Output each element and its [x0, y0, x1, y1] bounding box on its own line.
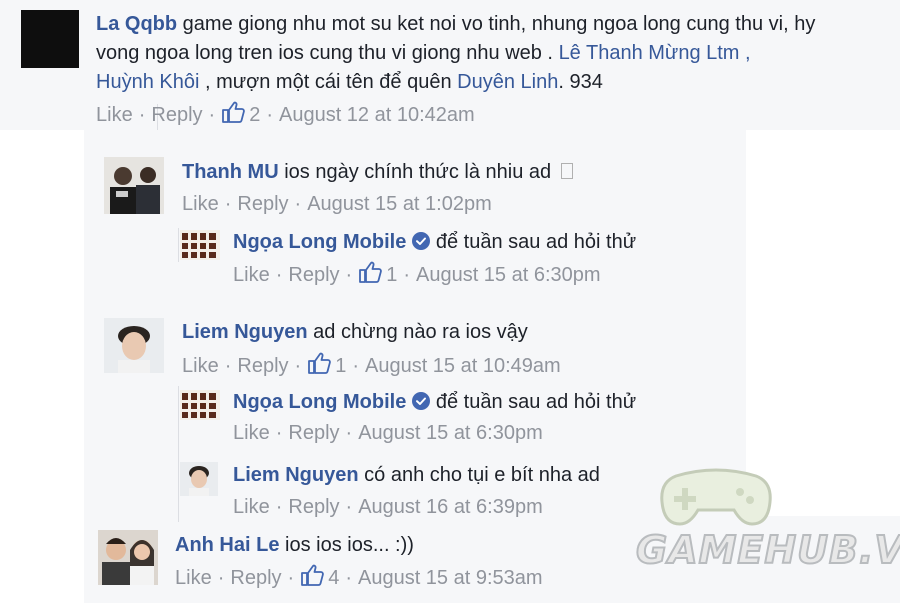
like-count[interactable]: 1 [382, 264, 397, 286]
separator: · [224, 355, 232, 377]
comment-body: có anh cho tụi e bít nha ad [364, 464, 600, 486]
timestamp-link[interactable]: August 15 at 6:30pm [416, 264, 601, 286]
comment-body: để tuần sau ad hỏi thử [435, 391, 637, 413]
comment-actions: Like · Reply · 1 · August 15 at 10:49am [182, 352, 561, 378]
comment-actions: Like · Reply · 2 · August 12 at 10:42am [96, 101, 475, 127]
comment-text: La Qqbb game giong nhu mot su ket noi vo… [96, 12, 815, 36]
separator: · [345, 264, 353, 286]
thumbs-up-icon[interactable] [300, 564, 324, 586]
author-link[interactable]: Thanh MU [182, 161, 279, 183]
timestamp-link[interactable]: August 15 at 6:30pm [358, 422, 543, 444]
timestamp-link[interactable]: August 16 at 6:39pm [358, 496, 543, 518]
gamepad-icon [656, 468, 776, 535]
avatar[interactable] [98, 530, 158, 585]
comment-body: . 934 [558, 71, 603, 93]
avatar[interactable] [104, 157, 164, 214]
comment-actions: Like · Reply · August 15 at 1:02pm [182, 192, 492, 216]
reply-link[interactable]: Reply [288, 422, 339, 444]
comment-actions: Like · Reply · 1 · August 15 at 6:30pm [233, 261, 601, 287]
thumbs-up-icon[interactable] [221, 101, 245, 123]
author-link[interactable]: Anh Hai Le [175, 534, 279, 556]
comment-text: Huỳnh Khôi , mượn một cái tên để quên Du… [96, 70, 603, 94]
separator: · [138, 104, 146, 126]
like-count[interactable]: 4 [324, 567, 339, 589]
timestamp-link[interactable]: August 12 at 10:42am [279, 104, 475, 126]
timestamp-link[interactable]: August 15 at 10:49am [365, 355, 561, 377]
comment-body: ad chừng nào ra ios vậy [313, 321, 528, 343]
comment-body: ios ngày chính thức là nhiu ad [284, 161, 552, 183]
reply-link[interactable]: Reply [288, 496, 339, 518]
comment-text: Anh Hai Le ios ios ios... :)) [175, 533, 414, 557]
avatar[interactable] [104, 318, 164, 373]
comment-body: , mượn một cái tên để quên [199, 71, 458, 93]
comment-actions: Like · Reply · August 16 at 6:39pm [233, 495, 543, 519]
separator: · [345, 567, 352, 589]
like-count[interactable]: 1 [331, 355, 346, 377]
author-link[interactable]: La Qqbb [96, 13, 177, 35]
separator: · [287, 567, 295, 589]
author-link[interactable]: Liem Nguyen [233, 464, 359, 486]
mention-link[interactable]: Huỳnh Khôi [96, 71, 199, 93]
comment-body: để tuần sau ad hỏi thử [435, 231, 637, 253]
separator: · [294, 355, 302, 377]
comment-body: vong ngoa long tren ios cung thu vi gion… [96, 42, 559, 64]
separator: · [275, 264, 283, 286]
timestamp-link[interactable]: August 15 at 9:53am [358, 567, 543, 589]
thread-line [178, 386, 179, 522]
separator: · [403, 264, 410, 286]
comment-text: Liem Nguyen ad chừng nào ra ios vậy [182, 320, 528, 344]
mention-link[interactable]: Lê Thanh Mừng Ltm [559, 42, 740, 64]
verified-badge-icon [412, 392, 431, 410]
reply-link[interactable]: Reply [151, 104, 202, 126]
comment-text: vong ngoa long tren ios cung thu vi gion… [96, 41, 751, 65]
comment-text: Thanh MU ios ngày chính thức là nhiu ad [182, 160, 573, 184]
separator: · [224, 193, 232, 215]
separator: · [275, 422, 283, 444]
author-link[interactable]: Ngọa Long Mobile [233, 231, 406, 253]
comment-body: game giong nhu mot su ket noi vo tinh, n… [182, 13, 816, 35]
separator: · [294, 193, 302, 215]
mention-separator: , [739, 42, 751, 64]
like-link[interactable]: Like [182, 355, 219, 377]
avatar[interactable] [21, 10, 79, 68]
author-link[interactable]: Liem Nguyen [182, 321, 308, 343]
author-link[interactable]: Ngọa Long Mobile [233, 391, 406, 413]
verified-badge-icon [412, 232, 431, 250]
missing-glyph-icon [560, 163, 573, 179]
separator: · [345, 496, 353, 518]
comment-actions: Like · Reply · 4 · August 15 at 9:53am [175, 564, 543, 590]
avatar[interactable] [180, 230, 220, 260]
separator: · [208, 104, 216, 126]
like-count[interactable]: 2 [245, 104, 260, 126]
separator: · [352, 355, 359, 377]
like-link[interactable]: Like [233, 422, 270, 444]
reply-link[interactable]: Reply [230, 567, 281, 589]
thread-line [178, 228, 179, 262]
separator: · [345, 422, 353, 444]
separator: · [217, 567, 225, 589]
separator: · [275, 496, 283, 518]
like-link[interactable]: Like [182, 193, 219, 215]
avatar[interactable] [180, 462, 218, 496]
like-link[interactable]: Like [175, 567, 212, 589]
comment-text: Ngọa Long Mobile để tuần sau ad hỏi thử [233, 230, 636, 254]
comment-actions: Like · Reply · August 15 at 6:30pm [233, 421, 543, 445]
like-link[interactable]: Like [233, 496, 270, 518]
comment-body: ios ios ios... :)) [285, 534, 414, 556]
like-link[interactable]: Like [96, 104, 133, 126]
comment-text: Ngọa Long Mobile để tuần sau ad hỏi thử [233, 390, 636, 414]
reply-link[interactable]: Reply [237, 193, 288, 215]
thumbs-up-icon[interactable] [307, 352, 331, 374]
mention-link[interactable]: Duyên Linh [457, 71, 558, 93]
timestamp-link[interactable]: August 15 at 1:02pm [307, 193, 492, 215]
reply-link[interactable]: Reply [237, 355, 288, 377]
reply-link[interactable]: Reply [288, 264, 339, 286]
like-link[interactable]: Like [233, 264, 270, 286]
watermark-text: GAMEHUB.VN [635, 527, 900, 573]
comment-text: Liem Nguyen có anh cho tụi e bít nha ad [233, 463, 600, 487]
avatar[interactable] [180, 390, 220, 420]
separator: · [266, 104, 273, 126]
thumbs-up-icon[interactable] [358, 261, 382, 283]
